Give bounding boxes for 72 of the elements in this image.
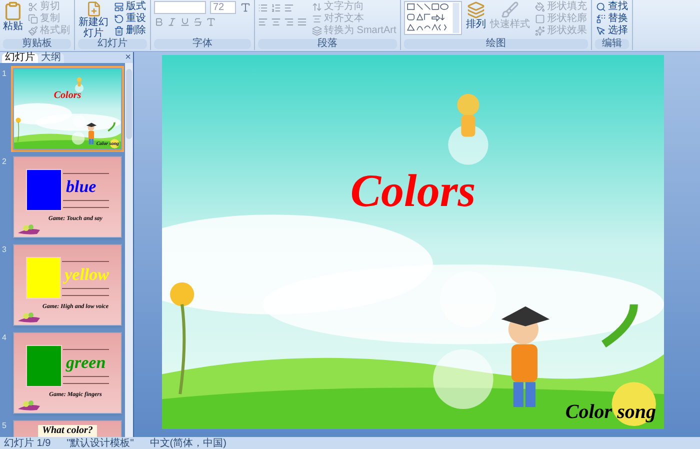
- slide-subtitle: Color song: [565, 401, 656, 423]
- ribbon-icon: [312, 14, 322, 24]
- ribbon-icon: [596, 14, 606, 24]
- slide-number: 2: [2, 156, 8, 168]
- new-slide-button[interactable]: 新建幻灯片: [78, 1, 109, 39]
- slide-number: 3: [2, 244, 8, 256]
- shapes-gallery-drawing[interactable]: [404, 1, 462, 35]
- color-word: green: [64, 356, 107, 370]
- ribbon-icon: [114, 26, 124, 36]
- grow-font-icon: [240, 2, 251, 13]
- ribbon-icon: [114, 14, 124, 24]
- new-slide-icon: [86, 1, 102, 17]
- magic-carpet-icon: [17, 399, 41, 411]
- ribbon-icon: [596, 26, 606, 36]
- magic-carpet-icon: [17, 223, 41, 235]
- group-label: 绘图: [404, 39, 588, 49]
- align-icon: [258, 17, 268, 27]
- ribbon-button[interactable]: 重设: [113, 13, 147, 25]
- group-label: 字体: [154, 39, 251, 49]
- list-icon: [271, 3, 281, 13]
- status-text: 幻灯片 1/9: [4, 438, 51, 448]
- slide-number: 5: [2, 420, 8, 432]
- status-text: "默认设计模板": [66, 438, 134, 448]
- ribbon-button[interactable]: 删除: [113, 25, 147, 37]
- format-icon: [206, 17, 216, 27]
- slide-title: Colors: [349, 165, 477, 217]
- font-name-field[interactable]: [154, 1, 206, 14]
- scrollbar[interactable]: [125, 63, 133, 437]
- slide-number: 1: [2, 68, 8, 80]
- arrange-button[interactable]: 排列: [466, 1, 486, 30]
- ribbon-icon: [28, 2, 38, 12]
- brush-icon: [501, 1, 520, 19]
- ribbon-button[interactable]: 选择: [595, 25, 630, 37]
- ribbon-icon: [28, 14, 38, 24]
- paste-button[interactable]: 粘贴: [3, 1, 23, 32]
- ribbon-icon: [28, 26, 38, 36]
- magic-carpet-icon: [17, 311, 41, 323]
- group-label: 段落: [258, 39, 398, 49]
- ribbon-icon: [535, 14, 546, 24]
- close-button[interactable]: ×: [125, 53, 131, 63]
- format-icon: [154, 17, 164, 27]
- ribbon-icon: [535, 2, 546, 12]
- ribbon-icon: [312, 26, 322, 36]
- align-icon: [297, 17, 307, 27]
- color-word: yellow: [62, 268, 109, 282]
- ribbon-icon: [312, 2, 322, 12]
- format-icon: [180, 17, 190, 27]
- group-label: 幻灯片: [78, 39, 147, 49]
- list-icon: [258, 3, 268, 13]
- slide-number: 4: [2, 332, 8, 344]
- ribbon-button[interactable]: 版式: [113, 1, 147, 13]
- ribbon-button[interactable]: 替换: [595, 13, 630, 25]
- pane-tab[interactable]: 大纲: [38, 53, 64, 63]
- slide-title: Colors: [52, 91, 82, 101]
- list-icon: [284, 3, 294, 13]
- arrange-icon: [467, 1, 486, 19]
- align-icon: [284, 17, 294, 27]
- group-label: 剪贴板: [3, 39, 71, 49]
- slide-title: What color?: [38, 425, 97, 437]
- format-icon: [193, 17, 203, 27]
- clipboard-icon: [3, 1, 23, 21]
- status-text: 中文(简体，中国): [150, 438, 226, 448]
- pane-tab[interactable]: 幻灯片: [2, 53, 38, 63]
- format-icon: [167, 17, 177, 27]
- ribbon-icon: [114, 2, 124, 12]
- group-label: 编辑: [595, 39, 630, 49]
- align-icon: [271, 17, 281, 27]
- color-word: blue: [65, 180, 98, 194]
- ribbon-icon: [535, 26, 546, 36]
- ribbon-button[interactable]: 查找: [595, 1, 630, 13]
- slide-thumbnail[interactable]: What color?: [11, 418, 124, 437]
- ribbon-icon: [596, 2, 606, 12]
